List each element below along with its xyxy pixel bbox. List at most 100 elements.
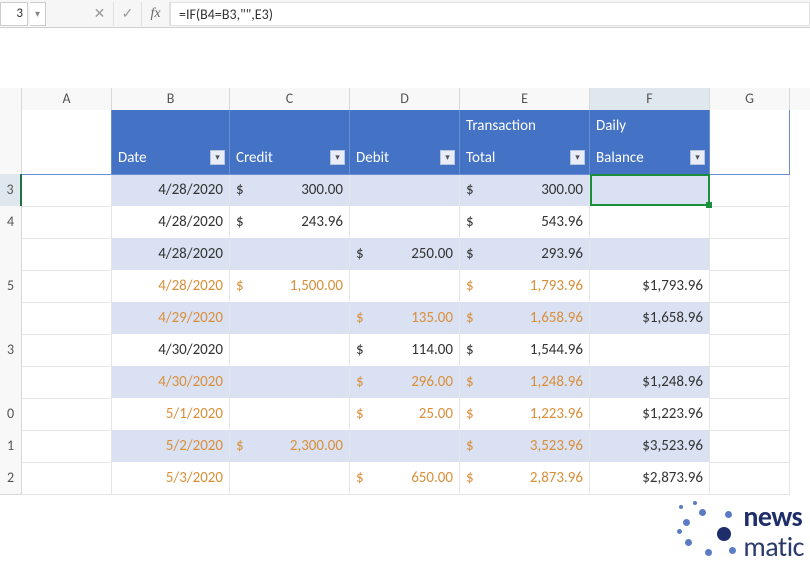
filter-dropdown-icon[interactable]: ▾ [690,150,705,165]
cell-balance[interactable]: $1,658.96 [590,302,710,335]
cell-date[interactable]: 4/28/2020 [112,174,230,207]
cell-empty[interactable] [710,398,790,431]
cell-empty[interactable] [22,302,112,335]
cell[interactable]: $650.00 [350,462,460,495]
cell-empty[interactable] [22,142,112,175]
cell-empty[interactable] [22,430,112,463]
filter-dropdown-icon[interactable]: ▾ [440,150,455,165]
cell[interactable] [350,270,460,303]
cell-date[interactable]: 4/30/2020 [112,366,230,399]
cell-date[interactable]: 4/30/2020 [112,334,230,367]
row-header[interactable]: 2 [0,462,22,495]
row-header[interactable] [0,302,22,335]
cell[interactable]: $25.00 [350,398,460,431]
cell-balance[interactable] [590,238,710,271]
cell-empty[interactable] [710,462,790,495]
cell[interactable]: $1,658.96 [460,302,590,335]
col-header-A[interactable]: A [22,88,112,112]
cell[interactable] [350,206,460,239]
cell[interactable]: $1,223.96 [460,398,590,431]
cell[interactable] [230,398,350,431]
select-all-triangle[interactable] [0,88,22,112]
cell-date[interactable]: 5/3/2020 [112,462,230,495]
cell[interactable]: $2,300.00 [230,430,350,463]
cell-date[interactable]: 4/28/2020 [112,238,230,271]
cell-empty[interactable] [710,206,790,239]
cell-balance[interactable]: $2,873.96 [590,462,710,495]
cell[interactable] [230,238,350,271]
row-header[interactable]: 0 [0,398,22,431]
cell-empty[interactable] [22,174,112,207]
cell-balance[interactable]: $3,523.96 [590,430,710,463]
row-header[interactable]: 3 [0,174,22,207]
cell-balance[interactable] [590,334,710,367]
col-header-G[interactable]: G [710,88,790,112]
cell-date[interactable]: 4/29/2020 [112,302,230,335]
cell-empty[interactable] [22,462,112,495]
cell[interactable]: $243.96 [230,206,350,239]
cell-empty[interactable] [22,398,112,431]
cell-balance[interactable] [590,174,710,207]
cell-empty[interactable] [710,302,790,335]
cell-empty[interactable] [710,110,790,143]
cell[interactable]: $296.00 [350,366,460,399]
row-header[interactable] [0,142,22,175]
row-header[interactable]: 5 [0,270,22,303]
cell-empty[interactable] [710,174,790,207]
cell-balance[interactable]: $1,223.96 [590,398,710,431]
cell[interactable] [230,302,350,335]
cell-empty[interactable] [22,366,112,399]
cell[interactable] [230,334,350,367]
cell-empty[interactable] [22,334,112,367]
cell[interactable]: $1,248.96 [460,366,590,399]
cell[interactable] [350,430,460,463]
col-header-F[interactable]: F [590,88,710,112]
row-header[interactable] [0,366,22,399]
insert-function-icon[interactable]: fx [142,2,170,26]
cell-empty[interactable] [710,142,790,175]
filter-dropdown-icon[interactable]: ▾ [210,150,225,165]
cell[interactable]: $250.00 [350,238,460,271]
cell-empty[interactable] [710,238,790,271]
col-header-C[interactable]: C [230,88,350,112]
col-header-B[interactable]: B [112,88,230,112]
name-box[interactable]: 3 [0,2,28,26]
cell-empty[interactable] [22,270,112,303]
cell[interactable] [230,462,350,495]
cell-empty[interactable] [22,238,112,271]
cell-empty[interactable] [710,334,790,367]
cell[interactable]: $3,523.96 [460,430,590,463]
table-header-total[interactable]: Total▾ [460,142,590,175]
table-header-credit[interactable]: Credit▾ [230,142,350,175]
cell-empty[interactable] [22,110,112,143]
cell-empty[interactable] [710,366,790,399]
cancel-formula-icon[interactable]: ✕ [86,2,114,26]
col-header-D[interactable]: D [350,88,460,112]
filter-dropdown-icon[interactable]: ▾ [330,150,345,165]
cell[interactable]: $300.00 [460,174,590,207]
cell-date[interactable]: 5/2/2020 [112,430,230,463]
cell[interactable]: $1,500.00 [230,270,350,303]
cell-balance[interactable] [590,206,710,239]
cell-date[interactable]: 4/28/2020 [112,206,230,239]
table-header-date[interactable]: Date▾ [112,142,230,175]
formula-input[interactable]: =IF(B4=B3,"",E3) [170,2,810,26]
cell[interactable]: $2,873.96 [460,462,590,495]
row-header[interactable] [0,238,22,271]
row-header[interactable]: 4 [0,206,22,239]
cell-date[interactable]: 5/1/2020 [112,398,230,431]
name-box-dropdown[interactable]: ▾ [30,2,46,26]
cell[interactable]: $114.00 [350,334,460,367]
cell-empty[interactable] [710,270,790,303]
cell[interactable] [230,366,350,399]
cell[interactable]: $1,544.96 [460,334,590,367]
row-header[interactable]: 1 [0,430,22,463]
cell[interactable]: $543.96 [460,206,590,239]
cell[interactable]: $293.96 [460,238,590,271]
cell[interactable]: $1,793.96 [460,270,590,303]
cell[interactable]: $135.00 [350,302,460,335]
enter-formula-icon[interactable]: ✓ [114,2,142,26]
table-header-balance[interactable]: Balance▾ [590,142,710,175]
cell-empty[interactable] [710,430,790,463]
cell-balance[interactable]: $1,793.96 [590,270,710,303]
